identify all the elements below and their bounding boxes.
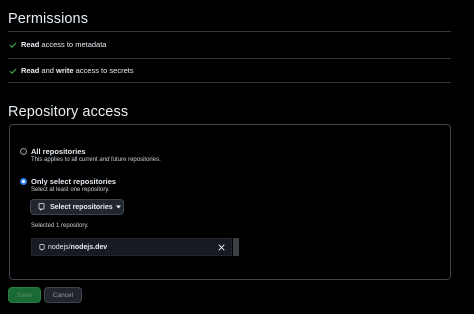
divider <box>8 31 451 32</box>
option-select-description: Select at least one repository. <box>31 187 110 193</box>
save-button[interactable]: Save <box>8 287 41 303</box>
select-repositories-button[interactable]: Select repositories <box>30 199 124 215</box>
check-icon <box>9 67 17 75</box>
selected-repos-list: nodejs/nodejs.dev <box>31 238 232 256</box>
option-select-label[interactable]: Only select repositories <box>31 177 116 186</box>
radio-only-select-repositories[interactable] <box>20 178 27 185</box>
permission-part: access to secrets <box>73 66 134 75</box>
radio-all-repositories[interactable] <box>20 148 27 155</box>
permission-part: access to metadata <box>39 40 107 49</box>
check-icon <box>9 41 17 49</box>
permission-part: write <box>56 66 74 75</box>
repo-name: nodejs.dev <box>70 243 108 251</box>
permission-part: Read <box>21 40 40 49</box>
divider <box>8 82 451 83</box>
permission-part: and <box>39 66 57 75</box>
permission-part: Read <box>21 66 40 75</box>
repository-access-heading: Repository access <box>8 104 129 120</box>
desc-text: This applies to all current <box>31 157 100 163</box>
repo-owner: nodejs/ <box>48 243 71 251</box>
permission-row-secrets: Read and write access to secrets <box>9 66 134 75</box>
option-all-description: This applies to all current and future r… <box>31 157 161 163</box>
option-all-label[interactable]: All repositories <box>31 147 86 156</box>
x-icon[interactable] <box>218 244 225 251</box>
repo-icon <box>39 243 45 251</box>
cancel-button[interactable]: Cancel <box>44 287 82 303</box>
permissions-heading: Permissions <box>8 11 89 27</box>
desc-text: future repositories. <box>109 157 161 163</box>
desc-emphasis: and <box>99 157 110 163</box>
selected-count: Selected 1 repository. <box>31 223 89 229</box>
permission-text: Read access to metadata <box>21 40 106 49</box>
divider <box>8 58 451 59</box>
list-item: nodejs/nodejs.dev <box>32 239 231 255</box>
triangle-down-icon <box>115 205 121 209</box>
repo-icon <box>38 203 45 211</box>
scrollbar[interactable] <box>233 238 239 256</box>
permission-text: Read and write access to secrets <box>21 66 134 75</box>
select-repositories-label: Select repositories <box>50 203 113 211</box>
permission-row-metadata: Read access to metadata <box>9 40 106 49</box>
